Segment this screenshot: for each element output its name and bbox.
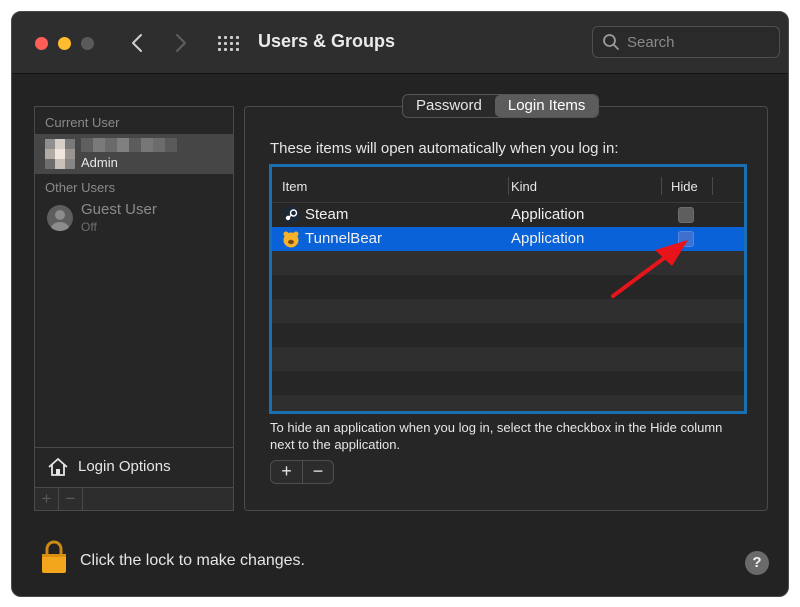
avatar [45,139,75,169]
current-user-heading: Current User [45,115,120,130]
login-options-label: Login Options [78,458,171,475]
add-user-button[interactable]: + [35,488,59,510]
table-row-empty [272,395,744,411]
remove-login-item-button[interactable]: − [301,461,333,483]
window-title: Users & Groups [258,31,396,51]
login-items-add-remove: + − [270,460,334,484]
back-button[interactable] [125,30,149,56]
close-window-button[interactable] [35,37,48,50]
search-icon [603,34,619,50]
table-row[interactable]: Steam Application [272,203,744,227]
guest-user-status: Off [81,220,97,234]
login-items-intro: These items will open automatically when… [270,140,619,157]
title-bar: Users & Groups [12,12,788,74]
house-icon [48,458,68,476]
steam-icon [282,206,300,224]
remove-user-button[interactable]: − [59,488,83,510]
item-name: TunnelBear [305,230,382,247]
current-user-role: Admin [81,155,118,170]
table-row-empty [272,275,744,299]
sidebar-toolbar: + − [35,487,233,510]
other-users-heading: Other Users [45,180,116,195]
column-hide[interactable]: Hide [671,179,698,194]
forward-button[interactable] [169,30,193,56]
search-input[interactable] [627,31,772,53]
table-row-empty [272,371,744,395]
zoom-window-button[interactable] [81,37,94,50]
column-kind[interactable]: Kind [511,179,537,194]
hide-help-text: To hide an application when you log in, … [270,420,723,452]
login-options-item[interactable]: Login Options [35,447,233,485]
lock-icon[interactable] [40,539,68,575]
tunnelbear-icon [283,231,299,248]
table-row-empty [272,323,744,347]
users-sidebar: Current User Admin Other Users Guest Use… [34,106,234,511]
item-kind: Application [511,230,585,247]
table-header: Item Kind Hide [272,167,744,203]
current-user-item[interactable]: Admin [35,134,233,174]
login-items-table[interactable]: Item Kind Hide Steam Application TunnelB… [269,164,747,414]
add-login-item-button[interactable]: + [271,461,302,483]
show-all-grid-button[interactable] [217,33,239,53]
guest-avatar-icon [47,205,73,231]
table-row-empty [272,347,744,371]
guest-user-name: Guest User [81,201,157,218]
item-kind: Application [511,206,585,223]
item-name: Steam [305,206,349,223]
tab-bar: Password Login Items [402,94,600,118]
table-row-empty [272,299,744,323]
help-button[interactable]: ? [745,551,769,575]
lock-text: Click the lock to make changes. [80,552,305,569]
hide-checkbox[interactable] [678,231,694,247]
table-row-selected[interactable]: TunnelBear Application [272,227,744,251]
table-row-empty [272,251,744,275]
users-groups-window: Users & Groups Current User Admin Other … [11,11,789,597]
search-field[interactable] [592,26,780,58]
column-item[interactable]: Item [282,179,307,194]
user-name-redacted [81,138,177,152]
chevron-left-icon [132,34,142,52]
hide-checkbox[interactable] [678,207,694,223]
minimize-window-button[interactable] [58,37,71,50]
tab-password[interactable]: Password [403,95,495,117]
chevron-right-icon [176,34,186,52]
tab-login-items[interactable]: Login Items [494,95,599,117]
